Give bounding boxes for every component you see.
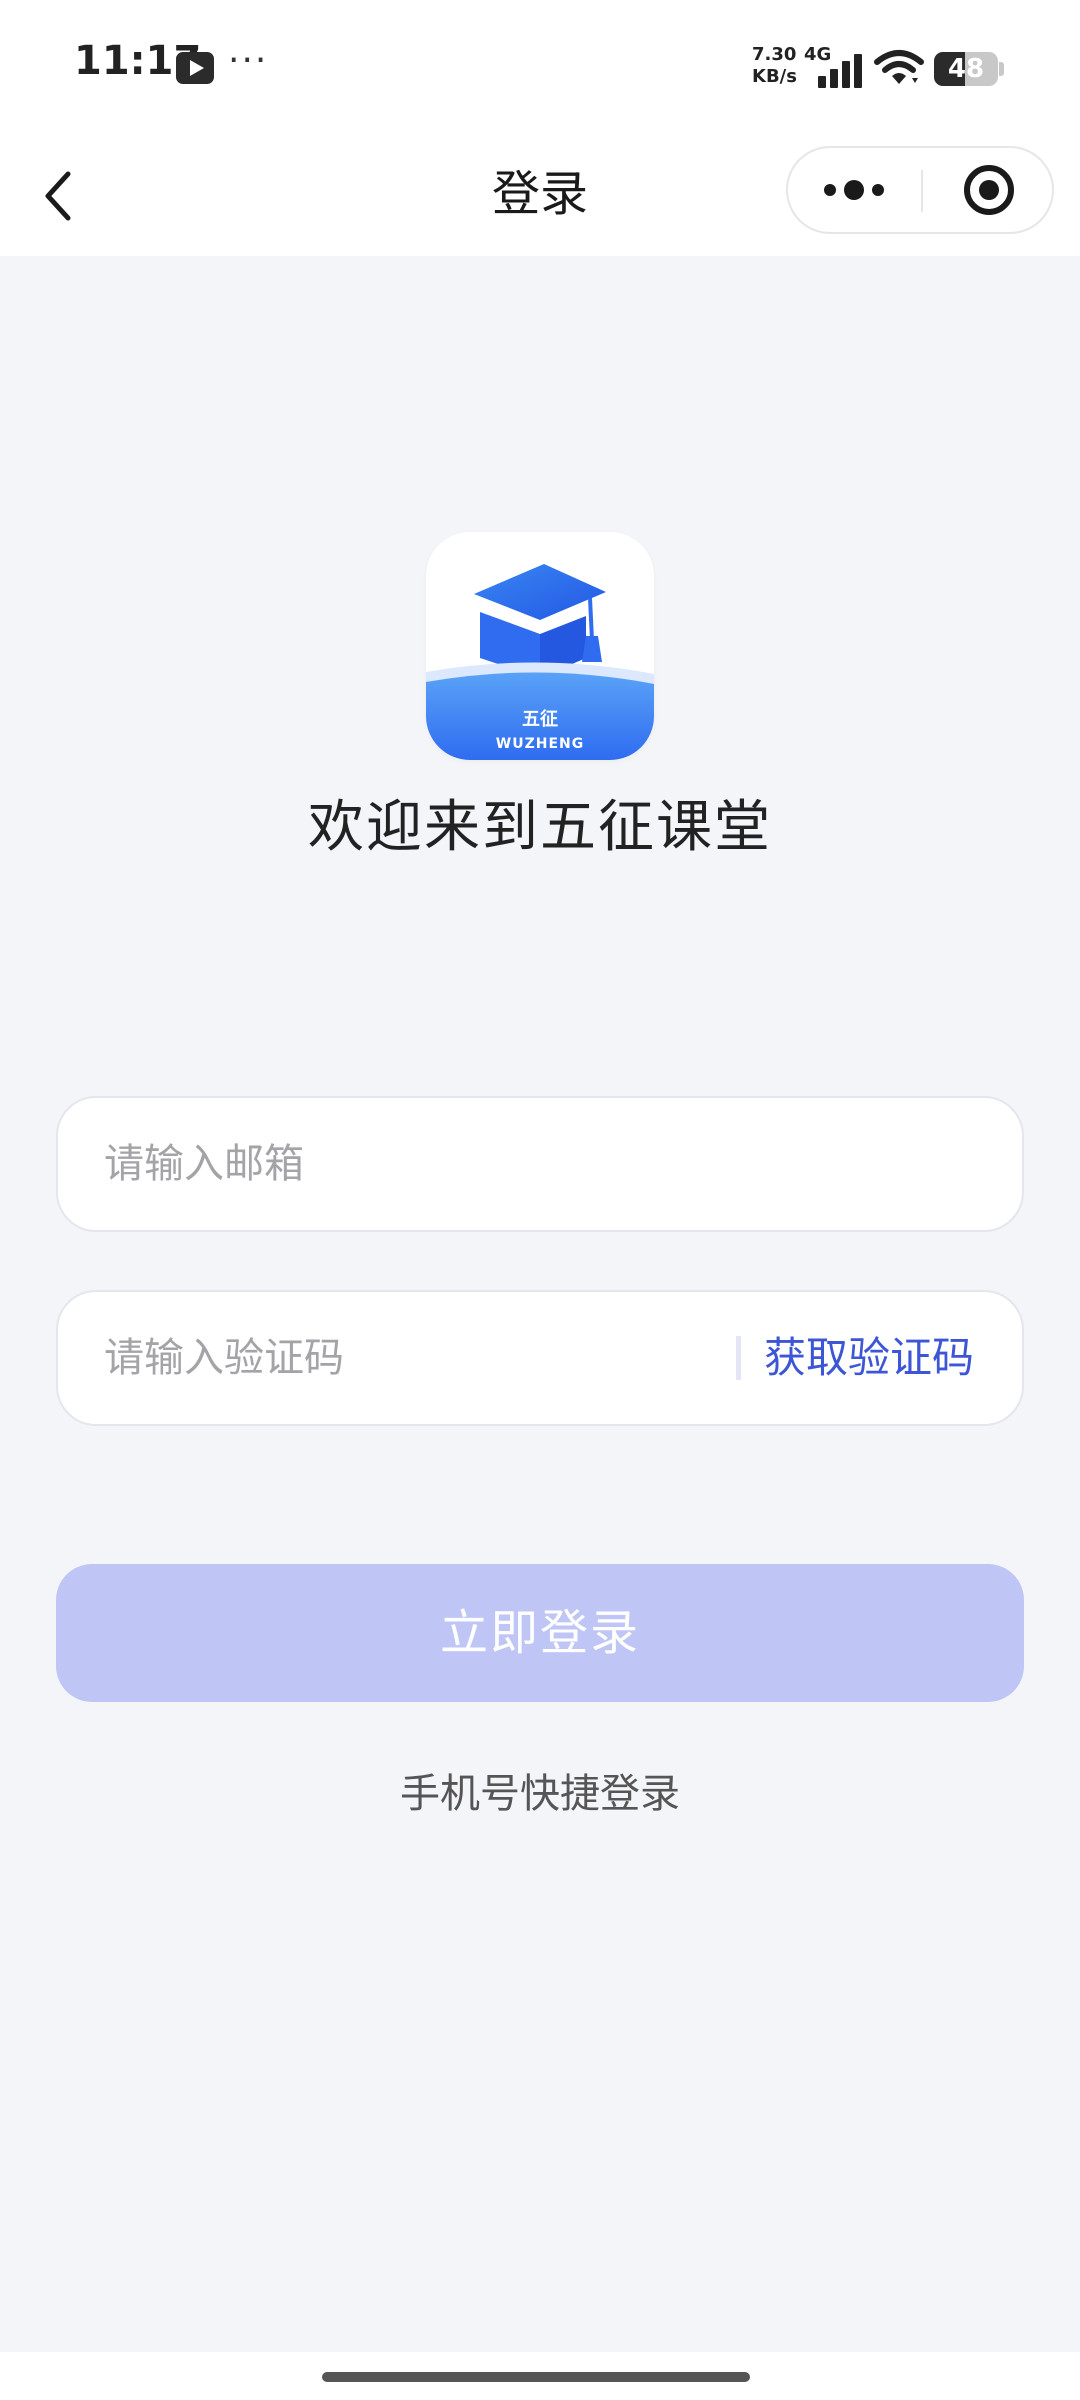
video-app-icon: [176, 52, 214, 84]
battery-icon: 48: [934, 52, 998, 86]
network-speed-unit: KB/s: [752, 66, 797, 87]
mini-program-capsule: [786, 146, 1054, 234]
more-button[interactable]: [788, 148, 921, 232]
nav-bar: 登录: [0, 136, 1080, 256]
battery-level: 48: [947, 54, 985, 84]
code-field-container: 获取验证码: [56, 1290, 1024, 1426]
wifi-icon: [874, 50, 924, 84]
network-speed: 7.30 KB/s: [752, 44, 797, 88]
status-bar: 11:17 ··· 7.30 KB/s 4G 48: [0, 0, 1080, 136]
status-more-dots: ···: [228, 40, 269, 81]
more-dots-icon: [824, 180, 884, 200]
home-indicator[interactable]: [322, 2372, 750, 2382]
close-mini-program-button[interactable]: [923, 148, 1052, 232]
welcome-title: 欢迎来到五征课堂: [308, 795, 772, 860]
logo-text-cn: 五征: [522, 708, 558, 730]
login-button[interactable]: 立即登录: [56, 1564, 1024, 1702]
battery-tip: [999, 62, 1004, 76]
code-divider: [736, 1336, 741, 1380]
network-speed-value: 7.30: [752, 44, 797, 65]
app-logo: 五征 WUZHENG: [426, 532, 654, 760]
verification-code-input[interactable]: [104, 1292, 744, 1424]
signal-icon: [818, 52, 864, 88]
get-code-button[interactable]: 获取验证码: [764, 1292, 974, 1424]
logo-text-en: WUZHENG: [496, 736, 584, 752]
target-close-icon: [964, 165, 1014, 215]
email-field-container: [56, 1096, 1024, 1232]
email-input[interactable]: [104, 1098, 974, 1230]
phone-login-link[interactable]: 手机号快捷登录: [0, 1766, 1080, 1822]
graduation-cap-logo: 五征 WUZHENG: [426, 532, 654, 760]
